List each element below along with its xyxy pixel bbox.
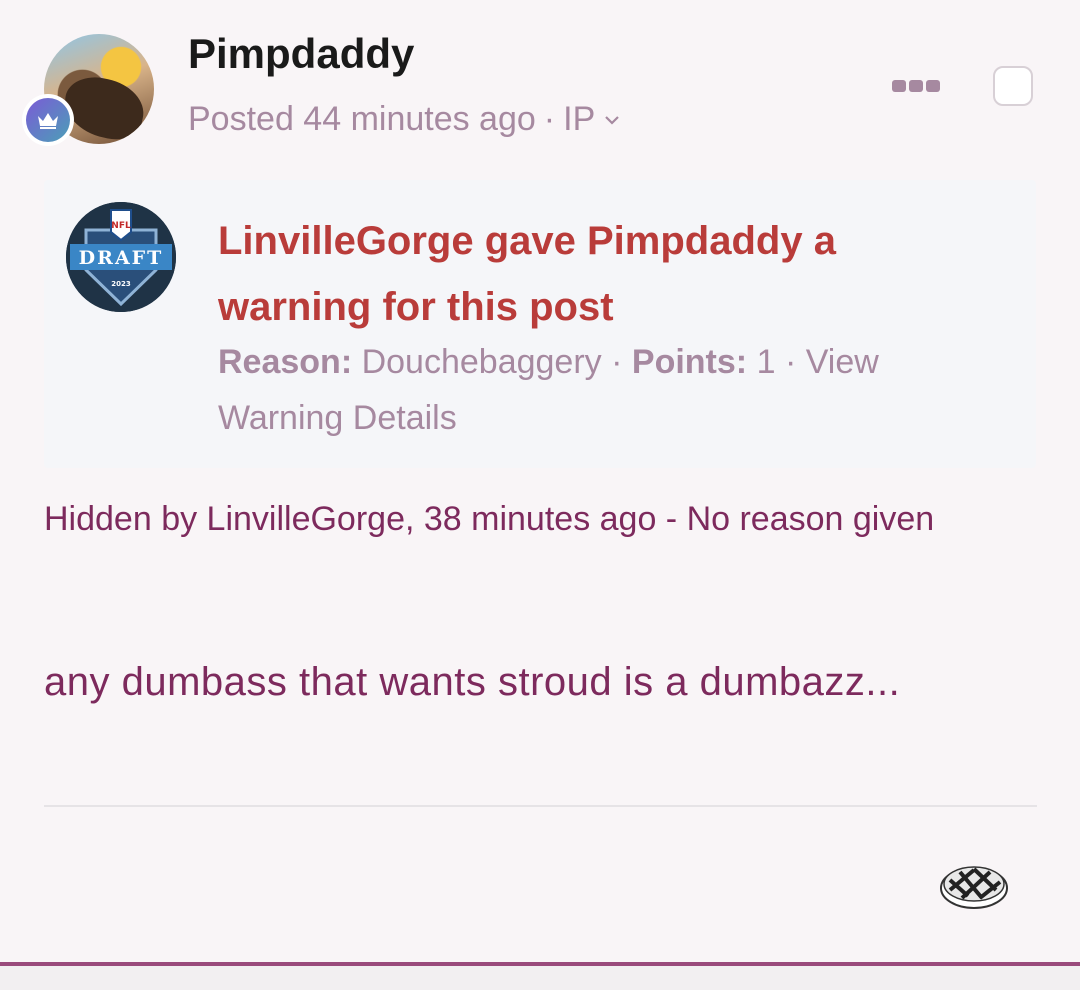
post-content: any dumbass that wants stroud is a dumba… bbox=[44, 660, 901, 704]
details-separator: · bbox=[784, 343, 797, 381]
select-post-checkbox[interactable] bbox=[993, 66, 1033, 106]
member-badge[interactable] bbox=[22, 94, 74, 146]
post-meta: Posted 44 minutes ago · IP bbox=[188, 100, 623, 139]
post-author-name[interactable]: Pimpdaddy bbox=[188, 30, 414, 78]
warning-box: NFL DRAFT 2023 LinvilleGorge gave Pimpda… bbox=[44, 180, 1036, 468]
crown-icon bbox=[26, 98, 70, 142]
draft-text: DRAFT bbox=[79, 247, 164, 269]
reason-label: Reason: bbox=[218, 343, 353, 381]
post-timestamp[interactable]: Posted 44 minutes ago bbox=[188, 100, 536, 139]
divider bbox=[44, 805, 1037, 807]
points-value: 1 bbox=[756, 343, 776, 381]
nfl-logo-text: NFL bbox=[111, 221, 131, 231]
ip-dropdown[interactable]: IP bbox=[563, 100, 623, 139]
ellipsis-icon[interactable] bbox=[892, 78, 940, 94]
chevron-down-icon bbox=[605, 115, 620, 125]
details-separator: · bbox=[611, 343, 623, 381]
warning-details: Reason: Douchebaggery · Points: 1 · View… bbox=[218, 334, 978, 446]
reason-value: Douchebaggery bbox=[361, 343, 602, 381]
page-bottom-strip bbox=[0, 966, 1080, 990]
moderator-avatar[interactable]: NFL DRAFT 2023 bbox=[66, 202, 176, 312]
meta-separator: · bbox=[543, 100, 556, 138]
avatar-dog-shape bbox=[58, 71, 150, 144]
pie-reaction-icon[interactable] bbox=[938, 860, 1010, 910]
warning-title: LinvilleGorge gave Pimpdaddy a warning f… bbox=[218, 219, 836, 329]
post-card: Pimpdaddy Posted 44 minutes ago · IP NFL… bbox=[0, 0, 1080, 990]
ip-label: IP bbox=[563, 100, 596, 138]
draft-year-text: 2023 bbox=[111, 280, 131, 288]
hidden-notice: Hidden by LinvilleGorge, 38 minutes ago … bbox=[44, 500, 935, 538]
points-label: Points: bbox=[631, 343, 748, 381]
